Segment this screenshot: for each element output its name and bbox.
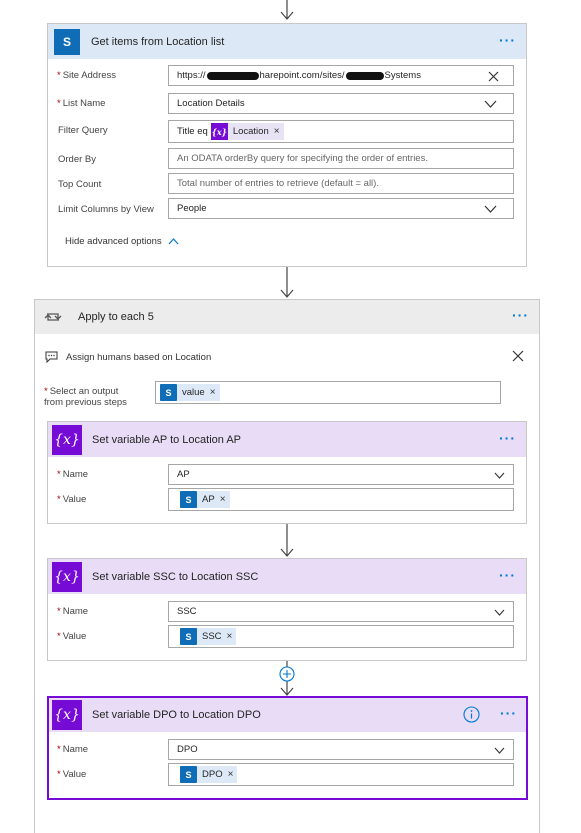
top-count-label: Top Count bbox=[58, 179, 102, 190]
set-variable-ssc-header[interactable]: {x} Set variable SSC to Location SSC ··· bbox=[48, 559, 526, 594]
sharepoint-icon: S bbox=[54, 28, 80, 55]
order-by-field[interactable]: An ODATA orderBy query for specifying th… bbox=[168, 148, 514, 169]
value-field[interactable]: S DPO × bbox=[168, 763, 514, 786]
order-by-label: Order By bbox=[58, 154, 97, 165]
location-token[interactable]: {x} Location × bbox=[210, 123, 284, 140]
value-label: * Value bbox=[57, 631, 87, 642]
info-icon[interactable] bbox=[463, 706, 480, 723]
get-items-more-button[interactable]: ··· bbox=[499, 32, 516, 48]
redaction-mark-1 bbox=[206, 71, 259, 80]
name-label: * Name bbox=[57, 606, 89, 617]
comment-text: Assign humans based on Location bbox=[66, 352, 212, 363]
top-count-field[interactable]: Total number of entries to retrieve (def… bbox=[168, 173, 514, 194]
chevron-down-icon bbox=[494, 747, 505, 754]
name-dropdown[interactable]: SSC bbox=[168, 601, 514, 622]
connector-arrow-2 bbox=[280, 524, 294, 557]
ap-token[interactable]: S AP × bbox=[180, 491, 230, 508]
set-variable-dpo-card: {x} Set variable DPO to Location DPO ···… bbox=[47, 696, 528, 800]
get-items-title: Get items from Location list bbox=[91, 35, 225, 48]
value-label: * Value bbox=[57, 494, 87, 505]
chevron-down-icon bbox=[494, 609, 505, 616]
sharepoint-icon: S bbox=[180, 766, 197, 783]
add-step-icon[interactable] bbox=[279, 666, 295, 682]
limit-columns-label: Limit Columns by View bbox=[58, 204, 154, 215]
site-address-label: * Site Address bbox=[57, 70, 117, 81]
variable-icon: {x} bbox=[210, 123, 228, 140]
apply-to-each-more-button[interactable]: ··· bbox=[512, 307, 529, 323]
sharepoint-icon: S bbox=[180, 491, 197, 508]
set-variable-ap-card: {x} Set variable AP to Location AP ··· *… bbox=[47, 421, 527, 524]
redaction-mark-2 bbox=[345, 71, 384, 80]
chevron-down-icon bbox=[494, 472, 505, 479]
filter-query-label: Filter Query bbox=[58, 125, 108, 136]
sharepoint-icon: S bbox=[160, 384, 177, 401]
sharepoint-letter: S bbox=[62, 34, 71, 49]
dpo-token[interactable]: S DPO × bbox=[180, 766, 238, 783]
variable-icon: {x} bbox=[52, 424, 82, 455]
top-connector-arrow bbox=[280, 0, 294, 20]
chevron-down-icon bbox=[484, 100, 497, 108]
sharepoint-icon: S bbox=[180, 628, 197, 645]
set-variable-ssc-card: {x} Set variable SSC to Location SSC ···… bbox=[47, 558, 527, 661]
comment-icon bbox=[45, 351, 58, 363]
apply-to-each-title: Apply to each 5 bbox=[78, 311, 154, 323]
clear-icon[interactable] bbox=[488, 71, 499, 82]
limit-columns-dropdown[interactable]: People bbox=[168, 198, 514, 219]
value-token[interactable]: S value × bbox=[160, 384, 220, 401]
remove-token-icon[interactable]: × bbox=[228, 769, 234, 780]
set-variable-ap-more-button[interactable]: ··· bbox=[499, 430, 516, 446]
value-field[interactable]: S AP × bbox=[168, 488, 514, 511]
get-items-card: S Get items from Location list ··· * Site… bbox=[47, 23, 527, 267]
name-label: * Name bbox=[57, 469, 89, 480]
select-output-field[interactable]: S value × bbox=[155, 381, 501, 404]
remove-token-icon[interactable]: × bbox=[227, 631, 233, 642]
remove-token-icon[interactable]: × bbox=[220, 494, 226, 505]
set-variable-dpo-header[interactable]: {x} Set variable DPO to Location DPO ··· bbox=[49, 698, 526, 732]
filter-query-field[interactable]: Title eq {x} Location × bbox=[168, 120, 514, 143]
close-comment-icon[interactable] bbox=[512, 350, 524, 362]
loop-icon bbox=[44, 313, 62, 321]
chevron-down-icon bbox=[484, 205, 497, 213]
set-variable-ssc-title: Set variable SSC to Location SSC bbox=[92, 570, 259, 583]
set-variable-ap-header[interactable]: {x} Set variable AP to Location AP ··· bbox=[48, 422, 526, 457]
name-label: * Name bbox=[57, 744, 89, 755]
get-items-header[interactable]: S Get items from Location list ··· bbox=[48, 24, 526, 59]
site-address-field[interactable]: https:// harepoint.com/sites/ Systems bbox=[168, 65, 514, 86]
remove-token-icon[interactable]: × bbox=[274, 126, 280, 137]
select-output-label: * Select an output from previous steps bbox=[44, 386, 127, 408]
set-variable-ap-title: Set variable AP to Location AP bbox=[92, 433, 242, 446]
variable-icon: {x} bbox=[52, 700, 82, 730]
chevron-up-icon bbox=[168, 238, 179, 245]
apply-to-each-header[interactable]: Apply to each 5 ··· bbox=[35, 300, 539, 334]
list-name-dropdown[interactable]: Location Details bbox=[168, 93, 514, 114]
value-field[interactable]: S SSC × bbox=[168, 625, 514, 648]
remove-token-icon[interactable]: × bbox=[210, 387, 216, 398]
ssc-token[interactable]: S SSC × bbox=[180, 628, 237, 645]
value-label: * Value bbox=[57, 769, 87, 780]
hide-advanced-options-link[interactable]: Hide advanced options bbox=[65, 236, 179, 247]
connector-arrow-1 bbox=[280, 267, 294, 298]
set-variable-dpo-more-button[interactable]: ··· bbox=[500, 705, 517, 721]
variable-icon: {x} bbox=[52, 561, 82, 592]
name-dropdown[interactable]: DPO bbox=[168, 739, 514, 760]
set-variable-dpo-title: Set variable DPO to Location DPO bbox=[92, 709, 261, 721]
set-variable-ssc-more-button[interactable]: ··· bbox=[499, 567, 516, 583]
list-name-label: * List Name bbox=[57, 98, 106, 109]
name-dropdown[interactable]: AP bbox=[168, 464, 514, 485]
